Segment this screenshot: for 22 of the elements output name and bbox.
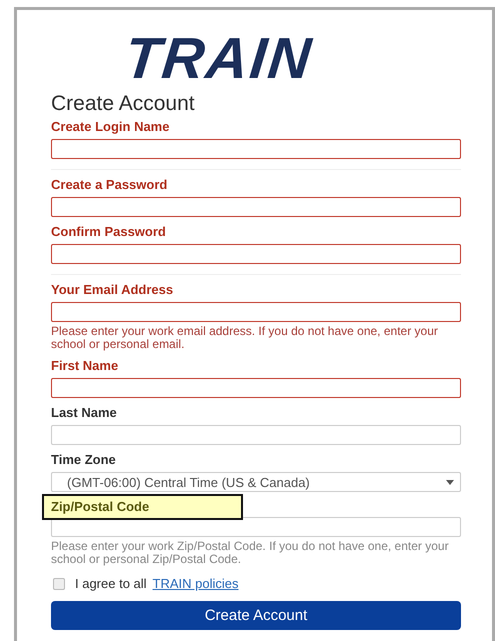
field-label: Time Zone [51, 452, 116, 468]
field-label: First Name [51, 358, 118, 374]
time-zone-dropdown[interactable]: (GMT-06:00) Central Time (US & Canada) [51, 472, 461, 492]
caret-icon [446, 480, 454, 484]
logo: TRAIN [122, 32, 316, 86]
field-label: Create Login Name [51, 119, 170, 135]
field-label: Last Name [51, 405, 117, 421]
create-account-button[interactable]: Create Account [51, 601, 461, 630]
page-heading: Create Account [51, 92, 195, 116]
input-field[interactable] [51, 378, 461, 398]
agree-label: I agree to all [75, 576, 147, 591]
input-field[interactable] [51, 139, 461, 159]
policies-link[interactable]: TRAIN policies [152, 576, 239, 591]
input-field[interactable] [51, 197, 461, 217]
field-label: Confirm Password [51, 224, 166, 240]
help-text: Please enter your work email address. If you do not have one, enter your school or personal email. [51, 325, 439, 351]
input-field[interactable] [51, 244, 461, 264]
help-text: Please enter your work Zip/Postal Code. If you do not have one, enter your school or personal Zip/Postal Code. [51, 540, 450, 566]
agree-checkbox[interactable] [53, 578, 65, 590]
input-field[interactable] [51, 302, 461, 322]
field-label: Create a Password [51, 177, 168, 193]
field-label: Your Email Address [51, 282, 174, 298]
